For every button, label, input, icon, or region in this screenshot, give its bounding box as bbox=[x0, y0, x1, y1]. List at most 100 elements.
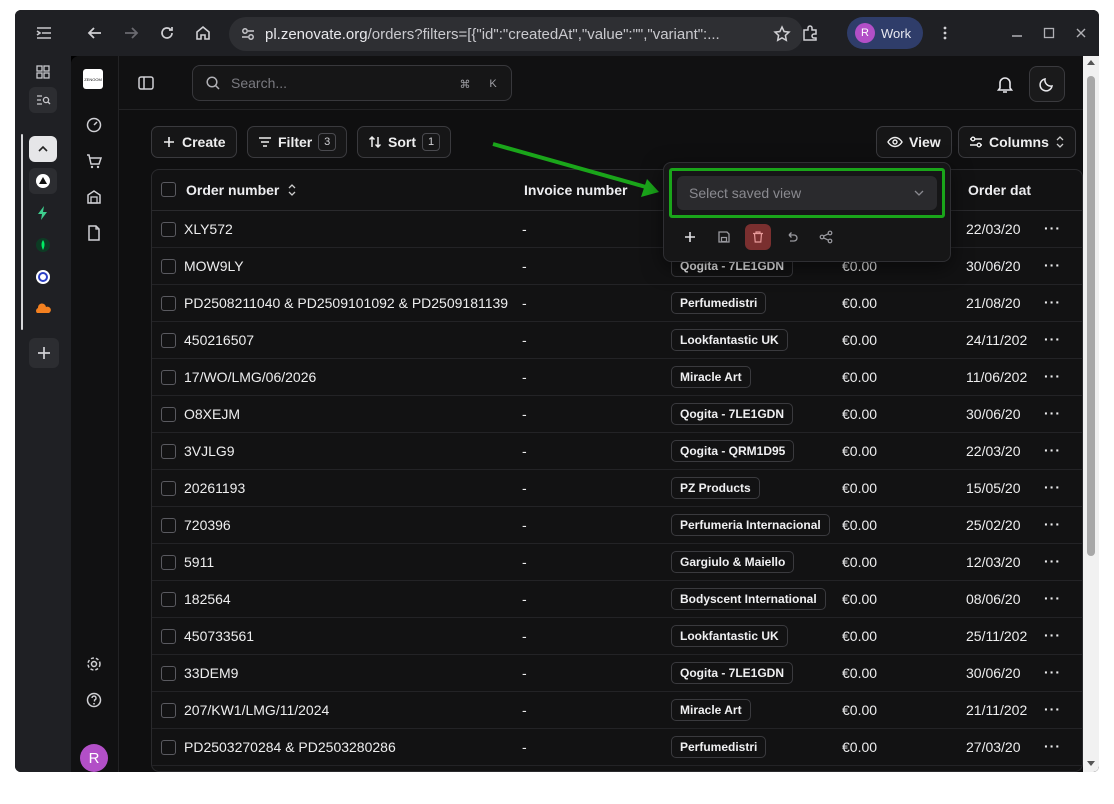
save-view-icon[interactable] bbox=[711, 224, 737, 250]
row-actions-icon[interactable]: ··· bbox=[1044, 553, 1061, 569]
row-actions-icon[interactable]: ··· bbox=[1044, 220, 1061, 236]
notifications-bell-icon[interactable] bbox=[987, 66, 1023, 102]
order-number-cell[interactable]: XLY572 bbox=[184, 221, 233, 237]
supplier-chip[interactable]: Lookfantastic UK bbox=[671, 329, 788, 351]
supplier-chip[interactable]: Qogita - 7LE1GDN bbox=[671, 662, 794, 684]
supplier-chip[interactable]: Qogita - QRM1D95 bbox=[671, 440, 795, 462]
supplier-chip[interactable]: Miracle Art bbox=[671, 699, 751, 721]
row-actions-icon[interactable]: ··· bbox=[1044, 257, 1061, 273]
tab-favicon-triangle-icon[interactable] bbox=[29, 168, 57, 194]
table-row[interactable]: PD2508211040 & PD2509101092 & PD25091811… bbox=[152, 285, 1082, 322]
scroll-down-arrow-icon[interactable] bbox=[1087, 761, 1095, 766]
table-row[interactable]: 207/KW1/LMG/11/2024 - Miracle Art €0.00 21/1… bbox=[152, 692, 1082, 729]
row-checkbox[interactable] bbox=[161, 407, 176, 422]
table-row[interactable]: 450733561 - Lookfantastic UK €0.00 25/11/202… bbox=[152, 618, 1082, 655]
order-number-cell[interactable]: 182564 bbox=[184, 591, 231, 607]
tab-search-icon[interactable] bbox=[29, 87, 57, 113]
theme-toggle-moon-icon[interactable] bbox=[1029, 66, 1065, 102]
table-row[interactable]: 5911 - Gargiulo & Maiello €0.00 12/03/20 ··· bbox=[152, 544, 1082, 581]
table-row[interactable]: 3VJLG9 - Qogita - QRM1D95 €0.00 22/03/20 ··· bbox=[152, 433, 1082, 470]
supplier-chip[interactable]: Miracle Art bbox=[671, 366, 751, 388]
row-checkbox[interactable] bbox=[161, 592, 176, 607]
help-icon[interactable] bbox=[85, 691, 103, 714]
warehouse-icon[interactable] bbox=[85, 188, 103, 211]
profile-button[interactable]: R Work bbox=[847, 17, 923, 49]
url-text[interactable]: pl.zenovate.org/orders?filters=[{"id":"c… bbox=[265, 26, 745, 43]
saved-view-select[interactable]: Select saved view bbox=[677, 176, 937, 210]
row-actions-icon[interactable]: ··· bbox=[1044, 294, 1061, 310]
order-number-cell[interactable]: 450733561 bbox=[184, 628, 254, 644]
row-checkbox[interactable] bbox=[161, 481, 176, 496]
order-date-header[interactable]: Order dat bbox=[968, 182, 1031, 198]
row-checkbox[interactable] bbox=[161, 333, 176, 348]
supplier-chip[interactable]: Lookfantastic UK bbox=[671, 625, 788, 647]
row-actions-icon[interactable]: ··· bbox=[1044, 405, 1061, 421]
tab-favicon-leaf-icon[interactable] bbox=[29, 232, 57, 258]
row-actions-icon[interactable]: ··· bbox=[1044, 368, 1061, 384]
order-number-cell[interactable]: 720396 bbox=[184, 517, 231, 533]
row-checkbox[interactable] bbox=[161, 518, 176, 533]
minimize-icon[interactable] bbox=[1003, 19, 1031, 47]
table-row[interactable]: O8XEJM - Qogita - 7LE1GDN €0.00 30/06/20 ··· bbox=[152, 396, 1082, 433]
order-number-cell[interactable]: 207/KW1/LMG/11/2024 bbox=[184, 702, 329, 718]
row-checkbox[interactable] bbox=[161, 370, 176, 385]
scrollbar-thumb[interactable] bbox=[1087, 76, 1095, 556]
sort-toggle-icon[interactable] bbox=[287, 183, 297, 200]
bookmark-star-icon[interactable] bbox=[773, 25, 791, 48]
maximize-icon[interactable] bbox=[1035, 19, 1063, 47]
row-actions-icon[interactable]: ··· bbox=[1044, 627, 1061, 643]
row-actions-icon[interactable]: ··· bbox=[1044, 331, 1061, 347]
row-actions-icon[interactable]: ··· bbox=[1044, 701, 1061, 717]
share-icon[interactable] bbox=[813, 224, 839, 250]
row-checkbox[interactable] bbox=[161, 555, 176, 570]
row-actions-icon[interactable]: ··· bbox=[1044, 664, 1061, 680]
search-input[interactable]: Search... ⌘ K bbox=[192, 65, 512, 101]
order-number-cell[interactable]: 33DEM9 bbox=[184, 665, 238, 681]
order-number-cell[interactable]: MOW9LY bbox=[184, 258, 244, 274]
order-number-cell[interactable]: O8XEJM bbox=[184, 406, 240, 422]
tab-favicon-c-icon[interactable] bbox=[29, 264, 57, 290]
sort-button[interactable]: Sort 1 bbox=[357, 126, 451, 158]
row-checkbox[interactable] bbox=[161, 296, 176, 311]
view-button[interactable]: View bbox=[876, 126, 952, 158]
page-scrollbar[interactable] bbox=[1083, 56, 1099, 772]
table-row[interactable]: PD2503270284 & PD2503280286 - Perfumedistr… bbox=[152, 729, 1082, 766]
panel-toggle-icon[interactable] bbox=[137, 74, 155, 97]
supplier-chip[interactable]: Perfumeria Internacional bbox=[671, 514, 830, 536]
row-actions-icon[interactable]: ··· bbox=[1044, 590, 1061, 606]
row-checkbox[interactable] bbox=[161, 666, 176, 681]
row-checkbox[interactable] bbox=[161, 222, 176, 237]
tab-favicon-bolt-icon[interactable] bbox=[29, 200, 57, 226]
delete-view-icon[interactable] bbox=[745, 224, 771, 250]
supplier-chip[interactable]: Gargiulo & Maiello bbox=[671, 551, 795, 573]
home-icon[interactable] bbox=[189, 19, 217, 47]
order-number-cell[interactable]: PD2508211040 & PD2509101092 & PD25091811… bbox=[184, 295, 508, 311]
select-all-checkbox[interactable] bbox=[161, 182, 176, 197]
scroll-up-arrow-icon[interactable] bbox=[1087, 60, 1095, 65]
row-actions-icon[interactable]: ··· bbox=[1044, 479, 1061, 495]
collapse-group-icon[interactable] bbox=[29, 136, 57, 162]
table-row[interactable]: 450216507 - Lookfantastic UK €0.00 24/11/202… bbox=[152, 322, 1082, 359]
site-info-icon[interactable] bbox=[239, 25, 257, 48]
back-icon[interactable] bbox=[81, 19, 109, 47]
table-row[interactable]: 720396 - Perfumeria Internacional €0.00 25/0… bbox=[152, 507, 1082, 544]
table-row[interactable]: 20261193 - PZ Products €0.00 15/05/20 ··· bbox=[152, 470, 1082, 507]
extensions-icon[interactable] bbox=[796, 19, 824, 47]
columns-button[interactable]: Columns bbox=[958, 126, 1076, 158]
settings-gear-icon[interactable] bbox=[85, 655, 103, 678]
order-number-cell[interactable]: PD2503270284 & PD2503280286 bbox=[184, 739, 396, 755]
order-number-cell[interactable]: 20261193 bbox=[184, 480, 245, 496]
order-number-cell[interactable]: 450216507 bbox=[184, 332, 254, 348]
add-view-icon[interactable] bbox=[677, 224, 703, 250]
reload-icon[interactable] bbox=[153, 19, 181, 47]
supplier-chip[interactable]: PZ Products bbox=[671, 477, 760, 499]
table-row[interactable]: 33DEM9 - Qogita - 7LE1GDN €0.00 30/06/20 ··· bbox=[152, 655, 1082, 692]
row-actions-icon[interactable]: ··· bbox=[1044, 442, 1061, 458]
cart-icon[interactable] bbox=[85, 152, 103, 175]
undo-icon[interactable] bbox=[779, 224, 805, 250]
sidebar-toggle-icon[interactable] bbox=[30, 19, 58, 47]
address-bar[interactable]: pl.zenovate.org/orders?filters=[{"id":"c… bbox=[229, 17, 803, 51]
close-window-icon[interactable] bbox=[1067, 19, 1095, 47]
order-number-cell[interactable]: 5911 bbox=[184, 554, 214, 570]
table-row[interactable]: 182564 - Bodyscent International €0.00 08/06… bbox=[152, 581, 1082, 618]
